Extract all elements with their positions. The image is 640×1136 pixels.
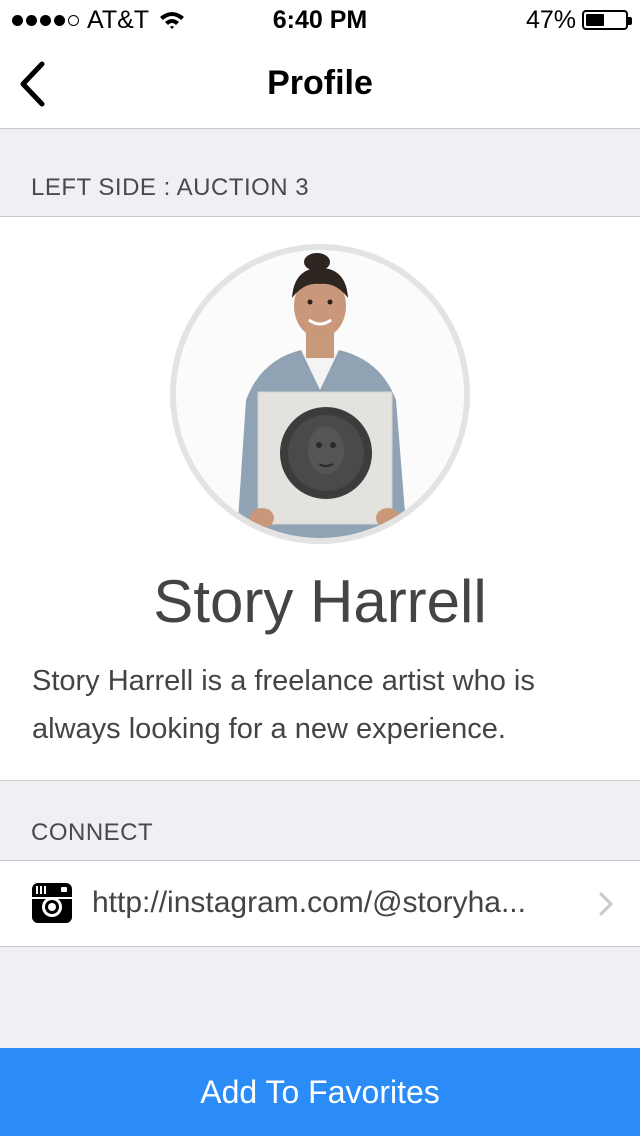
instagram-link-row[interactable]: http://instagram.com/@storyha... xyxy=(0,861,640,947)
add-to-favorites-button[interactable]: Add To Favorites xyxy=(0,1048,640,1136)
profile-name: Story Harrell xyxy=(153,568,487,635)
auction-section-header: LEFT SIDE : AUCTION 3 xyxy=(0,129,640,217)
chevron-right-icon xyxy=(599,892,613,916)
avatar xyxy=(170,244,470,544)
status-bar: AT&T 6:40 PM 47% xyxy=(0,0,640,40)
connect-section-header: CONNECT xyxy=(0,780,640,861)
status-right: 47% xyxy=(525,5,632,34)
battery-fill xyxy=(586,14,604,26)
instagram-icon xyxy=(32,883,72,923)
battery-icon xyxy=(582,10,632,30)
battery-percent: 47% xyxy=(525,5,576,34)
nav-bar: Profile xyxy=(0,40,640,129)
page-title: Profile xyxy=(267,64,373,102)
instagram-link[interactable]: http://instagram.com/@storyha... xyxy=(92,886,582,920)
profile-card: Story Harrell Story Harrell is a freelan… xyxy=(0,217,640,780)
artist-photo xyxy=(176,250,464,538)
profile-bio: Story Harrell is a freelance artist who … xyxy=(32,665,535,745)
